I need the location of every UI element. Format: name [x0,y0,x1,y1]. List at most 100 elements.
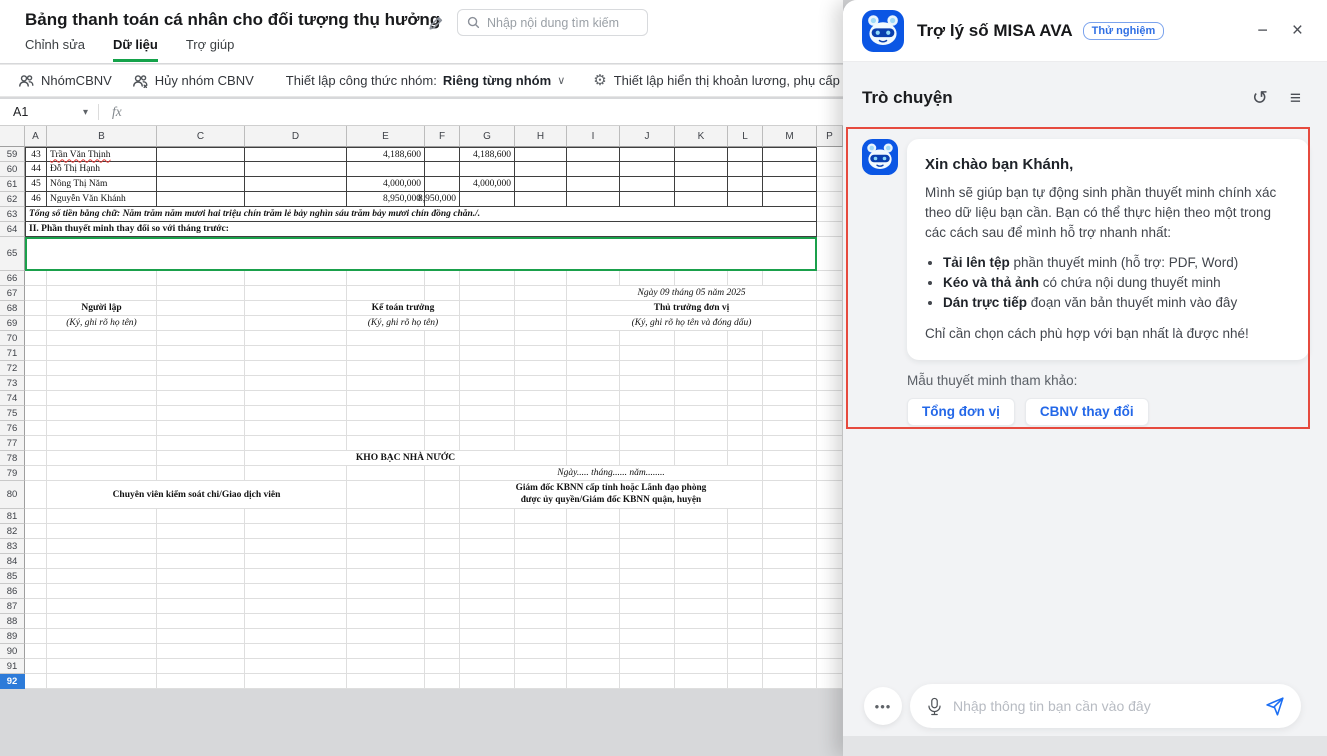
menu-item-edit[interactable]: Chỉnh sửa [25,37,85,62]
column-header[interactable]: I [567,126,620,147]
cell[interactable] [763,436,817,451]
row-header[interactable]: 77 [0,436,25,451]
cell[interactable] [245,177,347,192]
row-header[interactable]: 81 [0,509,25,524]
cell[interactable] [47,644,157,659]
cell[interactable] [157,569,245,584]
cell[interactable] [763,376,817,391]
cell[interactable] [515,391,567,406]
cell[interactable] [763,331,817,346]
cell[interactable] [47,391,157,406]
cell[interactable] [567,271,620,286]
cell[interactable] [460,524,515,539]
cell[interactable] [25,614,47,629]
cell[interactable] [347,391,425,406]
cell[interactable] [347,406,425,421]
cell[interactable] [515,524,567,539]
cell[interactable] [245,554,347,569]
cell[interactable] [347,614,425,629]
cell[interactable] [817,659,843,674]
cell[interactable] [817,222,843,237]
cell[interactable] [25,331,47,346]
cell[interactable] [25,674,47,689]
row-header[interactable]: 62 [0,192,25,207]
cell[interactable] [817,207,843,222]
cell[interactable] [460,569,515,584]
cell[interactable] [817,331,843,346]
cell[interactable]: 43 [25,147,47,162]
cell[interactable] [675,436,728,451]
cell[interactable] [25,271,47,286]
cell[interactable] [347,481,425,509]
cell[interactable] [620,509,675,524]
cell[interactable] [728,376,763,391]
cell[interactable] [620,177,675,192]
cell[interactable] [347,554,425,569]
cell[interactable] [675,524,728,539]
cell[interactable] [25,509,47,524]
cell[interactable] [47,539,157,554]
cell[interactable]: 45 [25,177,47,192]
cell[interactable] [245,539,347,554]
cell[interactable] [460,421,515,436]
cell[interactable] [763,674,817,689]
cell[interactable] [763,406,817,421]
cell[interactable] [763,346,817,361]
cell[interactable] [157,614,245,629]
merged-cell[interactable]: (Ký, ghi rõ họ tên và đóng dấu) [567,316,817,331]
cell[interactable] [817,599,843,614]
cell[interactable] [157,674,245,689]
cell[interactable] [567,376,620,391]
cell[interactable] [675,346,728,361]
cell[interactable] [620,659,675,674]
cell[interactable] [47,361,157,376]
more-options-button[interactable]: ••• [864,687,902,725]
menu-item-help[interactable]: Trợ giúp [186,37,235,62]
cell[interactable] [675,406,728,421]
cell[interactable] [817,614,843,629]
cell[interactable] [47,346,157,361]
cell[interactable] [728,346,763,361]
history-icon[interactable]: ↺ [1252,89,1268,108]
cell[interactable] [347,659,425,674]
cell[interactable] [245,406,347,421]
cell[interactable] [425,421,460,436]
cell[interactable] [245,569,347,584]
cell[interactable] [675,147,728,162]
suggestion-button-tong-don-vi[interactable]: Tổng đơn vị [907,398,1015,426]
cell[interactable] [817,316,843,331]
cell[interactable] [515,569,567,584]
cell[interactable] [425,391,460,406]
cell[interactable] [347,584,425,599]
search-input[interactable] [487,16,648,30]
cell[interactable] [47,286,157,301]
cell[interactable] [245,674,347,689]
cell[interactable] [25,346,47,361]
cell[interactable] [763,361,817,376]
cell[interactable] [47,421,157,436]
cell[interactable] [620,674,675,689]
cell[interactable] [157,659,245,674]
cell[interactable] [817,539,843,554]
cell[interactable] [728,192,763,207]
cell[interactable] [620,539,675,554]
cell[interactable] [620,331,675,346]
cell[interactable] [425,584,460,599]
cell[interactable] [157,436,245,451]
cell[interactable] [817,192,843,207]
cell[interactable]: 44 [25,162,47,177]
cell[interactable] [157,331,245,346]
row-header[interactable]: 78 [0,451,25,466]
cell[interactable] [245,614,347,629]
cell[interactable] [425,614,460,629]
cell[interactable] [620,451,675,466]
cell[interactable] [245,421,347,436]
row-header[interactable]: 82 [0,524,25,539]
suggestion-button-cbnv-thay-doi[interactable]: CBNV thay đổi [1025,398,1149,426]
cell[interactable] [515,554,567,569]
cell[interactable] [675,659,728,674]
cell[interactable] [567,584,620,599]
cell[interactable] [425,147,460,162]
cell[interactable] [157,539,245,554]
row-header[interactable]: 90 [0,644,25,659]
